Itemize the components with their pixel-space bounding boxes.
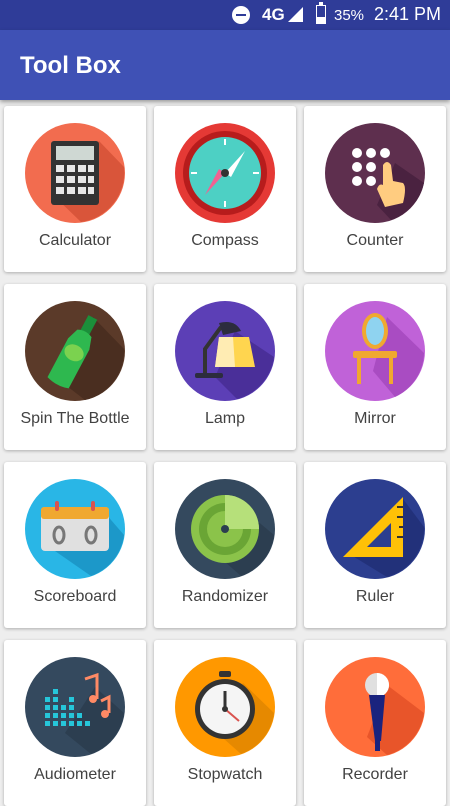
tool-label: Randomizer: [181, 588, 269, 605]
scoreboard-icon: [25, 479, 125, 579]
do-not-disturb-icon: [232, 6, 250, 24]
signal-icon: [288, 7, 303, 22]
stopwatch-icon: [175, 657, 275, 757]
tool-card-recorder[interactable]: Recorder: [304, 640, 446, 806]
tool-card-counter[interactable]: Counter: [304, 106, 446, 272]
tool-card-calculator[interactable]: Calculator: [4, 106, 146, 272]
compass-icon: [175, 123, 275, 223]
tool-label: Ruler: [355, 588, 395, 605]
network-type: 4G: [262, 5, 285, 24]
tool-card-mirror[interactable]: Mirror: [304, 284, 446, 450]
tool-label: Lamp: [204, 410, 246, 427]
battery-icon: [316, 2, 326, 24]
counter-icon: [325, 123, 425, 223]
lamp-icon: [175, 301, 275, 401]
radar-icon: [175, 479, 275, 579]
tool-label: Calculator: [38, 232, 112, 249]
tool-label: Recorder: [342, 766, 408, 783]
status-bar: 4G 35% 2:41 PM: [0, 0, 450, 30]
tool-label: Mirror: [354, 410, 396, 427]
audiometer-icon: [25, 657, 125, 757]
tool-card-randomizer[interactable]: Randomizer: [154, 462, 296, 628]
tool-label: Stopwatch: [187, 766, 263, 783]
microphone-icon: [325, 657, 425, 757]
tool-label: Spin The Bottle: [20, 410, 130, 427]
tool-card-lamp[interactable]: Lamp: [154, 284, 296, 450]
app-bar: Tool Box: [0, 30, 450, 100]
bottle-icon: [25, 301, 125, 401]
tool-label: Counter: [346, 232, 404, 249]
tool-label: Scoreboard: [33, 588, 117, 605]
tool-label: Compass: [191, 232, 259, 249]
battery-fill: [317, 17, 325, 23]
tool-card-stopwatch[interactable]: Stopwatch: [154, 640, 296, 806]
calculator-icon: [25, 123, 125, 223]
tool-label: Audiometer: [34, 766, 116, 783]
tool-grid: Calculator Compass Counter Spin The Bott…: [4, 106, 446, 806]
tool-card-audiometer[interactable]: Audiometer: [4, 640, 146, 806]
mirror-icon: [325, 301, 425, 401]
battery-percent: 35%: [334, 7, 365, 24]
ruler-icon: [325, 479, 425, 579]
app-title: Tool Box: [20, 52, 121, 79]
tool-card-spin-the-bottle[interactable]: Spin The Bottle: [4, 284, 146, 450]
tool-card-ruler[interactable]: Ruler: [304, 462, 446, 628]
tool-card-scoreboard[interactable]: Scoreboard: [4, 462, 146, 628]
tool-card-compass[interactable]: Compass: [154, 106, 296, 272]
status-time: 2:41 PM: [374, 4, 442, 24]
